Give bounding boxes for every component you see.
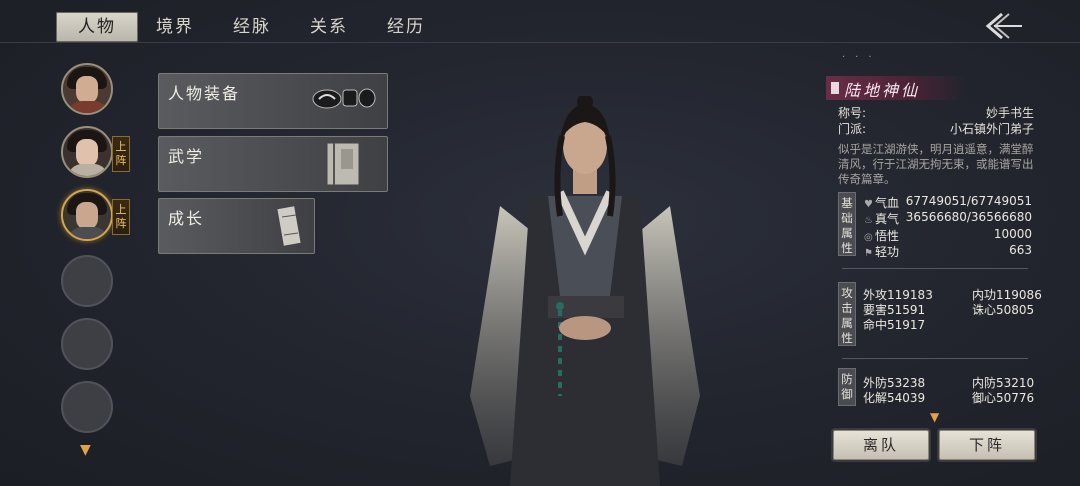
avatar [63,191,111,239]
avatar [63,128,111,176]
rank-icon [831,82,839,94]
hp-stat: ♥ 气血 [864,196,900,210]
equipment-card[interactable]: 人物装备 [158,73,388,129]
section-basic-attributes: 基础属性 [838,192,856,256]
section-attack-attributes: 攻击属性 [838,282,856,346]
qi-value: 36566680/36566680 [905,210,1032,224]
boot-icon: ⚑ [864,248,873,259]
portrait-3[interactable] [61,189,113,241]
avatar [63,65,111,113]
heart-icon: ♥ [864,199,873,210]
hit-stat: 命中51917 [863,318,926,332]
wisdom-value: 10000 [993,227,1032,241]
agility-value: 663 [1009,243,1032,257]
tab-character[interactable]: 人物 [56,12,138,42]
growth-card[interactable]: 成长 [158,198,315,254]
rank-banner: 陆地神仙 [826,76,966,100]
resolve-stat: 化解54039 [863,391,926,405]
martial-arts-label: 武学 [168,147,205,166]
portrait-2[interactable] [61,126,113,178]
martial-arts-card[interactable]: 武学 [158,136,388,192]
title-label: 称号: [838,106,867,120]
growth-label: 成长 [168,209,205,228]
divider [842,268,1028,269]
formation-tag: 上 阵 [112,136,130,172]
top-tab-bar: 人物 境界 经脉 关系 经历 [0,0,1080,44]
hp-value: 67749051/67749051 [905,194,1032,208]
chevron-down-icon[interactable]: ▼ [930,410,939,424]
qi-stat: ♨ 真气 [864,212,900,226]
chevron-down-icon[interactable]: ▼ [80,442,91,458]
equipment-icon [311,82,377,116]
back-arrow-icon[interactable] [982,8,1026,44]
portrait-slot-empty[interactable] [61,318,113,370]
tab-relations[interactable]: 关系 [288,12,370,42]
portrait-slot-empty[interactable] [61,381,113,433]
formation-tag: 上 阵 [112,199,130,235]
title-value: 妙手书生 [985,106,1034,120]
unassign-button[interactable]: 下阵 [939,430,1035,460]
character-figure [460,94,710,486]
equipment-label: 人物装备 [168,84,241,103]
focus-stat: 诛心50805 [972,303,1035,317]
leave-party-button[interactable]: 离队 [833,430,929,460]
rank-title: 陆地神仙 [844,81,921,100]
tab-history[interactable]: 经历 [365,12,447,42]
tab-meridians[interactable]: 经脉 [211,12,293,42]
book-icon [325,141,361,191]
decor-dots: ··· [842,52,882,63]
scroll-icon [276,203,302,253]
guard-stat: 御心50776 [972,391,1035,405]
portrait-1[interactable] [61,63,113,115]
portrait-slot-empty[interactable] [61,255,113,307]
flame-icon: ♨ [864,215,873,226]
faction-label: 门派: [838,122,867,136]
tab-realm[interactable]: 境界 [134,12,216,42]
divider [842,358,1028,359]
faction-value: 小石镇外门弟子 [949,122,1034,136]
wisdom-stat: ◎ 悟性 [864,229,900,243]
agility-stat: ⚑ 轻功 [864,245,900,259]
swirl-icon: ◎ [864,232,873,243]
character-description: 似乎是江湖游侠，明月逍遥意，满堂醉清风，行于江湖无拘无束，或能谱写出传奇篇章。 [838,142,1034,186]
section-defense-attributes: 防御 [838,368,856,406]
top-divider [0,42,1080,43]
